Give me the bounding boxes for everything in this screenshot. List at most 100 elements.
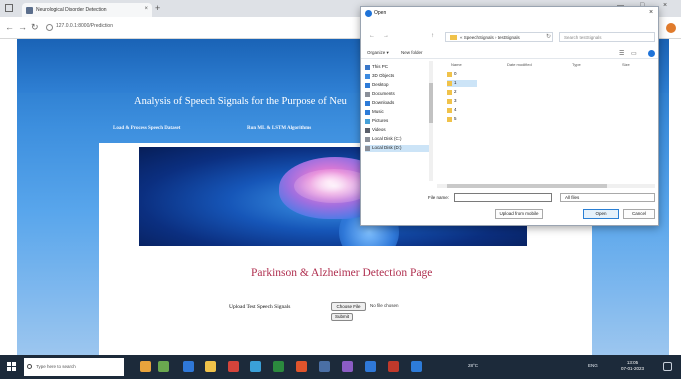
tree-item-label: Local Disk (D:) [372,145,402,150]
column-type[interactable]: Type [572,62,581,67]
upload-from-mobile-button[interactable]: Upload from mobile [495,209,543,219]
folder-icon [447,108,452,113]
column-date-modified[interactable]: Date modified [507,62,532,67]
nav-link-run-algorithms[interactable]: Run ML & LSTM Algorithms [247,126,311,131]
column-name[interactable]: Name [451,62,462,67]
file-name-input[interactable] [454,193,552,202]
edge-icon[interactable] [183,361,194,372]
new-folder-button[interactable]: New folder [401,50,423,55]
file-item[interactable]: 1 [447,80,477,87]
tree-item[interactable]: Desktop [365,82,429,89]
page-heading: Parkinson & Alzheimer Detection Page [251,267,433,279]
refresh-button[interactable]: ↻ [31,22,39,32]
tab-close-icon[interactable]: × [144,6,148,12]
url-text: 127.0.0.1:8000/Prediction [56,23,113,29]
url-field[interactable]: 127.0.0.1:8000/Prediction [46,23,356,34]
choose-file-button[interactable]: Choose File [331,302,366,311]
site-info-icon[interactable] [46,24,53,31]
search-icon [27,364,32,369]
view-options-icon[interactable]: ☰ [619,50,624,57]
browser-tab[interactable]: Neurological Disorder Detection × [22,3,152,17]
tree-item[interactable]: Local Disk (C:) [365,136,429,143]
app-icon[interactable] [388,361,399,372]
tree-item[interactable]: This PC [365,64,429,71]
tree-item-label: Local Disk (C:) [372,136,402,141]
tree-item[interactable]: Local Disk (D:) [365,145,429,152]
mail-icon[interactable] [250,361,261,372]
dialog-search-input[interactable]: Search testSignals [559,32,655,42]
weather-widget[interactable]: 28°C [468,363,478,368]
chrome-taskbar-icon[interactable] [296,361,307,372]
excel-icon[interactable] [273,361,284,372]
language-indicator[interactable]: ENG [588,363,598,368]
cancel-button[interactable]: Cancel [623,209,655,219]
vs-code-icon[interactable] [342,361,353,372]
tree-item[interactable]: Pictures [365,118,429,125]
navigation-tree: This PC 3D Objects Desktop Documents Downloa… [365,64,431,184]
back-button[interactable]: ← [5,22,14,32]
dialog-forward-button[interactable]: → [383,33,389,39]
desktop-icon [365,83,370,88]
folder-icon [447,81,452,86]
open-button[interactable]: Open [583,209,619,219]
column-size[interactable]: Size [622,62,630,67]
task-view-icon[interactable] [140,361,151,372]
file-list-header: Name Date modified Type Size [437,61,655,69]
store-icon[interactable] [228,361,239,372]
new-tab-button[interactable]: + [155,3,160,13]
close-window-button[interactable]: × [663,2,667,9]
dialog-close-button[interactable]: × [649,9,653,16]
file-item[interactable]: 0 [447,71,477,78]
file-list-scrollbar[interactable] [437,184,655,188]
file-item[interactable]: 3 [447,98,477,105]
no-file-chosen-text: No file chosen [370,303,399,308]
tree-item-label: Downloads [372,100,395,105]
tree-scrollbar[interactable] [429,61,433,181]
help-icon[interactable] [648,50,655,57]
dialog-up-button[interactable]: ↑ [431,33,434,39]
widget-icon[interactable] [158,361,169,372]
tree-scroll-thumb[interactable] [429,83,433,123]
dialog-title: Open [365,10,387,17]
tree-item-label: 3D Objects [372,73,395,78]
open-file-dialog: Open × ← → ↑ « SpeechSignals › testSigna… [360,6,659,226]
submit-button[interactable]: Submit [331,313,353,321]
window-menu-icon[interactable] [5,4,13,12]
dialog-address-bar[interactable]: « SpeechSignals › testSignals [445,32,553,42]
cmd-icon[interactable] [411,361,422,372]
tree-item[interactable]: 3D Objects [365,73,429,80]
folder-icon [447,72,452,77]
tree-item[interactable]: Documents [365,91,429,98]
nav-link-load-dataset[interactable]: Load & Process Speech Dataset [113,126,180,131]
notification-icon[interactable] [663,362,672,371]
file-item-label: 4 [454,107,457,112]
tree-item-label: Desktop [372,82,389,87]
preview-pane-icon[interactable]: ▭ [631,50,637,57]
taskbar-search-box[interactable]: Type here to search [24,358,124,376]
disk-icon [365,137,370,142]
file-list-scroll-thumb[interactable] [447,184,607,188]
file-type-filter[interactable]: All files [560,193,655,202]
file-explorer-icon[interactable] [205,361,216,372]
file-item[interactable]: 5 [447,116,477,123]
forward-button[interactable]: → [18,22,27,32]
tree-item[interactable]: Music [365,109,429,116]
tree-item[interactable]: Videos [365,127,429,134]
python-icon[interactable] [365,361,376,372]
file-item[interactable]: 2 [447,89,477,96]
file-item[interactable]: 4 [447,107,477,114]
dialog-refresh-button[interactable]: ↻ [546,33,551,40]
tree-item-label: This PC [372,64,389,69]
tree-item[interactable]: Downloads [365,100,429,107]
file-item-label: 3 [454,98,457,103]
word-icon[interactable] [319,361,330,372]
dialog-back-button[interactable]: ← [369,33,375,39]
start-button[interactable] [7,362,17,372]
folder-icon [450,35,457,40]
folder-icon [447,117,452,122]
taskbar-clock[interactable]: 13:05 07-01-2023 [621,360,644,372]
dialog-title-text: Open [374,10,387,16]
profile-avatar[interactable] [666,23,676,33]
organize-menu[interactable]: Organize ▾ [367,50,389,56]
tree-item-label: Music [372,109,384,114]
